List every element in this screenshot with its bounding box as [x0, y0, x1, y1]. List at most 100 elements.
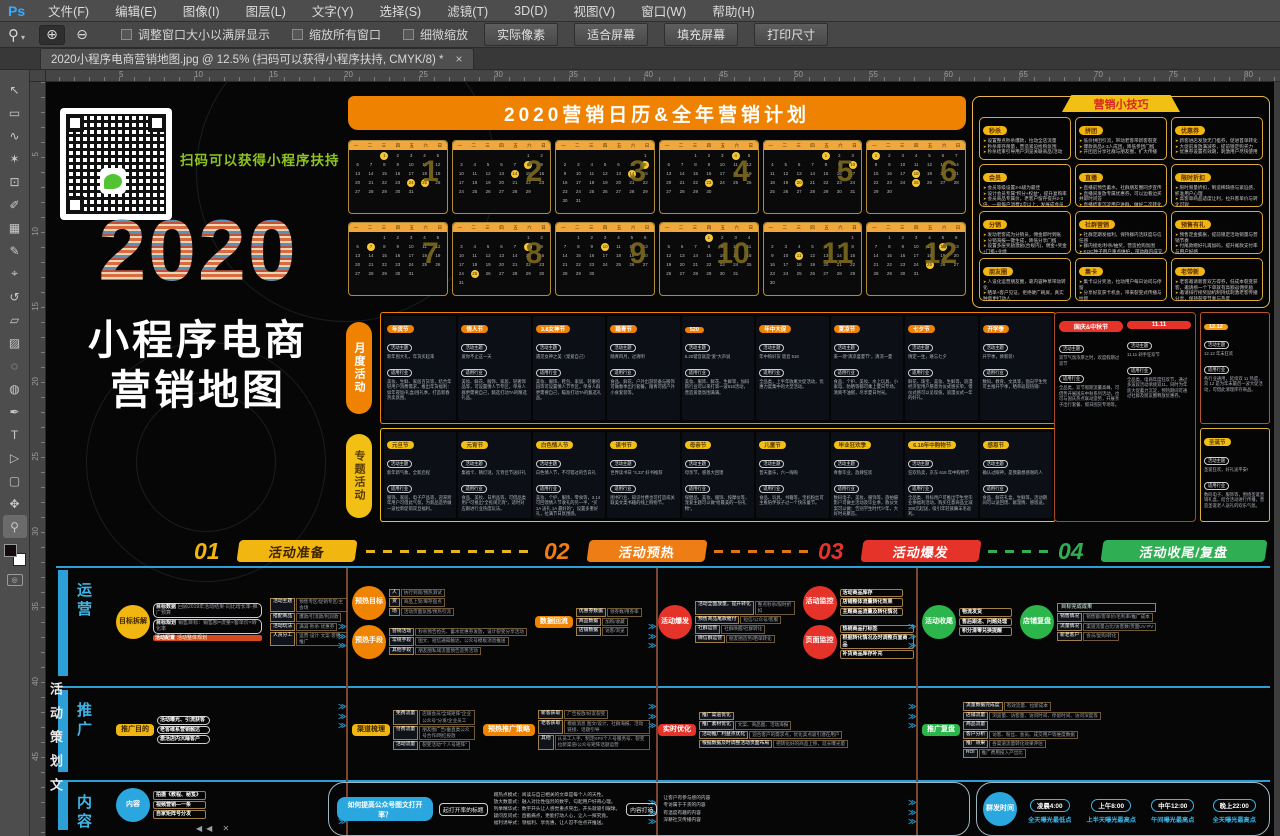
flow-node: 实时优化 [658, 724, 696, 736]
day-cell: 2 [585, 233, 598, 242]
day-cell [364, 151, 377, 160]
document-canvas[interactable]: 扫码可以获得小程序扶持 2020 小程序电商 营销地图 2020营销日历&全年营… [46, 82, 1280, 836]
options-button[interactable]: 适合屏幕 [574, 23, 648, 46]
day-cell: 27 [612, 187, 625, 196]
calendar-month-card: 一二三四五六日123456789101112131415161718192021… [348, 222, 448, 296]
menu-item[interactable]: 图层(L) [233, 0, 299, 22]
menu-item[interactable]: 图像(I) [170, 0, 233, 22]
gradient-tool[interactable]: ▨ [3, 331, 27, 354]
day-cell: 9 [585, 242, 598, 251]
row-key: 活动全面放量，提升转化 [695, 601, 754, 615]
ruler-tick [41, 142, 45, 143]
type-tool[interactable]: T [3, 423, 27, 446]
tip-line: ➤会员商品专属价，老客户留存提升2-3倍，一般每户消费2次以上，发展成会员 [983, 196, 1067, 207]
flow-item: 根据转化情况及时调整页面商品 [840, 634, 915, 649]
flow-node: 目标拆解 [116, 605, 150, 639]
phase-connector [988, 550, 1050, 553]
menu-item[interactable]: 选择(S) [367, 0, 435, 22]
options-button[interactable]: 填充屏幕 [664, 23, 738, 46]
tip-line: ➤集卡瓜分奖池，拉动用户每日访问与停留 [1079, 279, 1163, 290]
phase-number: 03 [818, 538, 844, 565]
day-cell [612, 151, 625, 160]
phase-badge: 活动爆发 [860, 540, 981, 562]
checkbox-icon[interactable] [403, 29, 414, 40]
history-brush-tool[interactable]: ↺ [3, 285, 27, 308]
document-tab[interactable]: 2020小程序电商营销地图.jpg @ 12.5% (扫码可以获得小程序扶持, … [40, 48, 474, 69]
dodge-tool[interactable]: ◍ [3, 377, 27, 400]
zoom-option-checkbox[interactable]: 缩放所有窗口 [292, 26, 381, 43]
day-cell: 14 [508, 169, 521, 178]
day-cell: 6 [351, 160, 364, 169]
zoom-option-checkbox[interactable]: 调整窗口大小以满屏显示 [121, 26, 270, 43]
color-swatches[interactable] [4, 544, 26, 566]
day-cell: 21 [508, 260, 521, 269]
close-icon[interactable]: × [456, 52, 463, 66]
eraser-tool[interactable]: ▱ [3, 308, 27, 331]
calendar-month-card: 一二三四五六日123456789101112131415161718192021… [555, 222, 655, 296]
day-cell: 26 [806, 269, 819, 278]
marquee-tool[interactable]: ▭ [3, 101, 27, 124]
day-cell: 15 [378, 251, 391, 260]
weekday-label: 日 [744, 223, 758, 232]
menu-item[interactable]: 文字(Y) [299, 0, 367, 22]
ruler-tick [41, 157, 45, 158]
chevron-down-icon[interactable]: ▾ [21, 33, 25, 42]
options-button[interactable]: 打印尺寸 [754, 23, 828, 46]
healing-brush-tool[interactable]: ▦ [3, 216, 27, 239]
theme-label: 活动主题 [387, 344, 412, 352]
menu-item[interactable]: 文件(F) [35, 0, 102, 22]
menu-item[interactable]: 3D(D) [501, 0, 560, 22]
day-cell: 20 [351, 260, 364, 269]
activity-card: 踏青节活动主题踏青四月，过清明适用行业食品、鲜花、户外出游装备与服饰可做春季出行… [607, 316, 679, 420]
flow-items: 活动曝光、引流获客老客维系营销触达激活店内沉睡客户 [157, 716, 210, 744]
ruler-tick [41, 532, 45, 533]
crop-tool[interactable]: ⊡ [3, 170, 27, 193]
lasso-tool[interactable]: ∿ [3, 124, 27, 147]
day-cell: 17 [909, 251, 922, 260]
options-button[interactable]: 实际像素 [484, 23, 558, 46]
zoom-tool[interactable]: ⚲ [3, 515, 27, 538]
weekday-label: 六 [419, 141, 433, 150]
calendar-weekday-header: 一二三四五六日 [867, 223, 965, 232]
menu-item[interactable]: 编辑(E) [102, 0, 170, 22]
zoom-tool-icon[interactable]: ⚲ [8, 26, 19, 44]
ruler-tick [749, 77, 750, 81]
title-tactics-box: 起打开率的标题 [439, 803, 488, 816]
blur-tool[interactable]: ◌ [3, 354, 27, 377]
checkbox-icon[interactable] [121, 29, 132, 40]
brush-tool[interactable]: ✎ [3, 239, 27, 262]
calendar-weekday-header: 一二三四五六日 [764, 141, 862, 150]
hand-tool[interactable]: ✥ [3, 492, 27, 515]
shape-tool[interactable]: ▢ [3, 469, 27, 492]
row-key: 商品数据 [576, 618, 601, 626]
foreground-color-swatch[interactable] [4, 544, 17, 557]
menu-item[interactable]: 帮助(H) [699, 0, 767, 22]
dec12-card: 12.12 活动主题 12.12 年末狂欢 适用行业 各行业通用，延续双 11 … [1200, 312, 1270, 424]
activity-card: 儿童节活动主题普天童乐，六一嗨购适用行业食品、玩具、书籍等，宝妈粉丝可主推陪伴孩… [756, 432, 828, 518]
day-cell: 10 [405, 242, 418, 251]
flow-table-row: 商品流量 [963, 721, 1101, 729]
eyedropper-tool[interactable]: ✐ [3, 193, 27, 216]
magic-wand-tool[interactable]: ✶ [3, 147, 27, 170]
day-cell: 16 [391, 169, 404, 178]
menu-item[interactable]: 滤镜(T) [434, 0, 501, 22]
ruler-tick [1154, 77, 1155, 81]
day-cell: 18 [585, 178, 598, 187]
flow-section: 预热目标人执行到岗/预热测试货商品上架/库存盘点场活动页面氛围/预热引流预热手段… [352, 570, 650, 674]
move-tool[interactable]: ↖ [3, 78, 27, 101]
zoom-option-checkbox[interactable]: 细微缩放 [403, 26, 468, 43]
weekday-label: 四 [806, 141, 820, 150]
flow-item: 售后跟进、问题处理 [959, 618, 1012, 627]
day-cell: 28 [508, 269, 521, 278]
path-select-tool[interactable]: ▷ [3, 446, 27, 469]
pen-tool[interactable]: ✒ [3, 400, 27, 423]
weekday-label: 三 [688, 223, 702, 232]
checkbox-icon[interactable] [292, 29, 303, 40]
zoom-out-button[interactable]: ⊖ [69, 25, 95, 45]
menu-item[interactable]: 视图(V) [561, 0, 629, 22]
menu-item[interactable]: 窗口(W) [628, 0, 699, 22]
zoom-in-button[interactable]: ⊕ [39, 25, 65, 45]
quick-mask-button[interactable]: ◎ [7, 574, 23, 586]
day-cell: 3 [455, 242, 468, 251]
clone-stamp-tool[interactable]: ⌖ [3, 262, 27, 285]
